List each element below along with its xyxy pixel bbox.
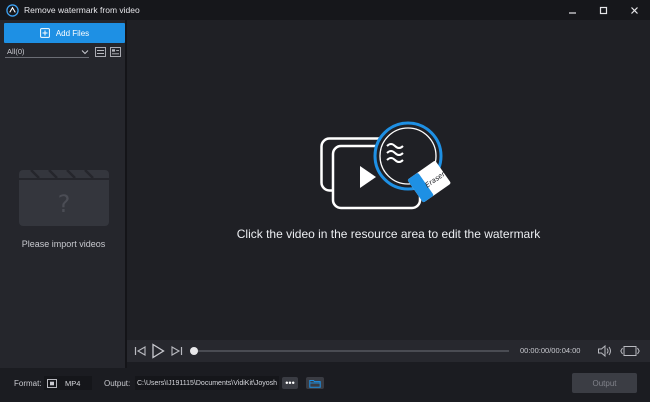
skip-back-icon bbox=[134, 346, 146, 356]
app-logo-icon bbox=[6, 3, 19, 17]
play-button[interactable] bbox=[151, 343, 165, 359]
screen-ratio-button[interactable] bbox=[620, 345, 640, 357]
grid-view-icon[interactable] bbox=[110, 47, 121, 57]
window-title: Remove watermark from video bbox=[24, 5, 140, 15]
output-label: Output: bbox=[104, 379, 131, 388]
film-placeholder-icon: ? bbox=[19, 170, 109, 226]
list-view-icon[interactable] bbox=[95, 47, 106, 57]
format-settings-icon bbox=[47, 378, 57, 388]
video-eraser-icon: Eraser bbox=[320, 121, 451, 210]
add-files-label: Add Files bbox=[55, 28, 90, 38]
play-icon bbox=[152, 343, 165, 359]
resource-panel: Add Files All(0) ? Please import videos bbox=[0, 20, 127, 368]
volume-button[interactable] bbox=[597, 345, 613, 357]
skip-back-button[interactable] bbox=[134, 345, 147, 357]
open-folder-button[interactable] bbox=[306, 377, 324, 389]
plus-box-icon bbox=[39, 28, 50, 38]
filter-value: All(0) bbox=[7, 47, 25, 56]
folder-icon bbox=[309, 379, 321, 388]
volume-icon bbox=[598, 345, 611, 357]
title-bar: Remove watermark from video bbox=[0, 0, 650, 20]
skip-forward-button[interactable] bbox=[170, 345, 183, 357]
format-label: Format: bbox=[14, 379, 42, 388]
screen-ratio-icon bbox=[620, 346, 640, 356]
format-value: MP4 bbox=[65, 378, 81, 388]
time-readout: 00:00:00/00:04:00 bbox=[520, 346, 581, 355]
minimize-button[interactable] bbox=[557, 0, 588, 20]
add-files-button[interactable]: Add Files bbox=[4, 23, 125, 43]
close-icon bbox=[631, 6, 638, 14]
output-button[interactable]: Output bbox=[572, 373, 637, 393]
svg-text:?: ? bbox=[58, 190, 71, 218]
progress-knob[interactable] bbox=[190, 347, 198, 355]
progress-track[interactable] bbox=[193, 350, 509, 352]
bottom-bar: Format: MP4 Output: C:\Users\IJ191115\Do… bbox=[0, 368, 650, 402]
output-path-field[interactable]: C:\Users\IJ191115\Documents\VidiKit\Joyo… bbox=[135, 376, 279, 390]
skip-forward-icon bbox=[171, 346, 183, 356]
format-select[interactable]: MP4 bbox=[44, 376, 92, 390]
browse-more-button[interactable]: ••• bbox=[282, 377, 298, 389]
maximize-icon bbox=[599, 6, 608, 14]
file-filter-select[interactable]: All(0) bbox=[5, 47, 89, 58]
player-bar: 00:00:00/00:04:00 bbox=[127, 340, 650, 362]
preview-area: Eraser Click the video in the resource a… bbox=[127, 20, 650, 340]
maximize-button[interactable] bbox=[588, 0, 619, 20]
chevron-down-icon bbox=[81, 49, 89, 54]
empty-import-text: Please import videos bbox=[21, 239, 106, 249]
minimize-icon bbox=[569, 11, 576, 14]
close-button[interactable] bbox=[619, 0, 650, 20]
edit-hint-text: Click the video in the resource area to … bbox=[236, 227, 541, 241]
output-path: C:\Users\IJ191115\Documents\VidiKit\Joyo… bbox=[137, 379, 278, 387]
